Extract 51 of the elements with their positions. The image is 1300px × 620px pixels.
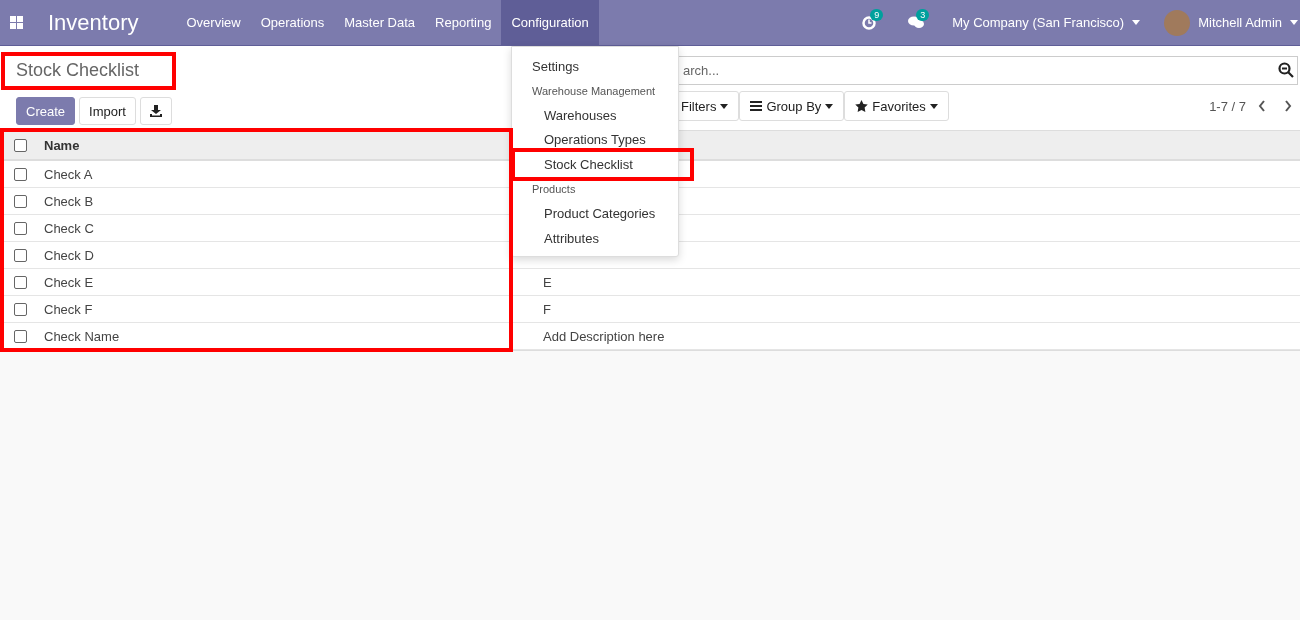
create-button[interactable]: Create [16, 97, 76, 125]
table-cell-text: Check Name [43, 328, 121, 344]
row-checkbox[interactable] [13, 194, 27, 208]
table-cell-text: Check E [43, 274, 95, 290]
table-cell-text: Check F [43, 301, 94, 317]
apps-menu-icon[interactable] [10, 16, 23, 29]
table-cell-text: E [542, 274, 553, 290]
group-by-button[interactable]: Group By [739, 91, 845, 121]
message-count: 3 [916, 9, 930, 21]
search-icon[interactable] [1278, 62, 1294, 78]
caret-icon [929, 103, 938, 109]
caret-icon [1290, 20, 1298, 25]
row-checkbox[interactable] [13, 167, 27, 181]
user-menu[interactable]: Mitchell Admin [1198, 15, 1282, 30]
list-icon [750, 101, 763, 111]
download-button[interactable] [139, 97, 172, 125]
nav-menu-item[interactable]: Configuration [501, 0, 599, 46]
nav-menu-item[interactable]: Master Data [334, 0, 426, 46]
row-checkbox[interactable] [13, 302, 27, 316]
select-all-checkbox[interactable] [13, 138, 27, 152]
caret-icon [1132, 20, 1141, 25]
row-checkbox[interactable] [13, 329, 27, 343]
column-header[interactable]: Name [40, 137, 511, 153]
nav-menu-item[interactable]: Operations [250, 0, 335, 46]
menu-section-label: Products [531, 182, 577, 198]
caret-icon [825, 103, 834, 109]
nav-menu-item[interactable]: Overview [176, 0, 251, 46]
row-checkbox[interactable] [13, 275, 27, 289]
table-cell-text: Add Description here [542, 328, 666, 344]
favorites-button[interactable]: Favorites [844, 91, 949, 121]
download-icon [149, 105, 162, 117]
caret-icon [720, 103, 729, 109]
table-cell-text: Check A [43, 166, 94, 182]
import-button[interactable]: Import [79, 97, 136, 125]
company-switcher[interactable]: My Company (San Francisco) [952, 15, 1125, 30]
breadcrumb-title: Stock Checklist [1, 52, 176, 90]
app-title[interactable]: Inventory [48, 9, 139, 36]
table-cell-text: F [542, 301, 552, 317]
table-cell-text: Check C [43, 220, 95, 236]
row-checkbox[interactable] [13, 248, 27, 262]
menu-section-label: Warehouse Management [531, 83, 657, 99]
nav-menu-item[interactable]: Reporting [425, 0, 502, 46]
table-cell-text: Check D [43, 247, 95, 263]
table-cell-text: Check B [43, 193, 95, 209]
pager-value[interactable]: 1-7 / 7 [1209, 98, 1246, 114]
dropdown-item[interactable]: Stock Checklist [511, 148, 694, 181]
star-icon [855, 100, 869, 112]
dropdown-item[interactable]: Product Categories [512, 201, 678, 226]
dropdown-item[interactable]: Attributes [512, 226, 678, 251]
activity-count: 9 [870, 8, 884, 21]
row-checkbox[interactable] [13, 221, 27, 235]
